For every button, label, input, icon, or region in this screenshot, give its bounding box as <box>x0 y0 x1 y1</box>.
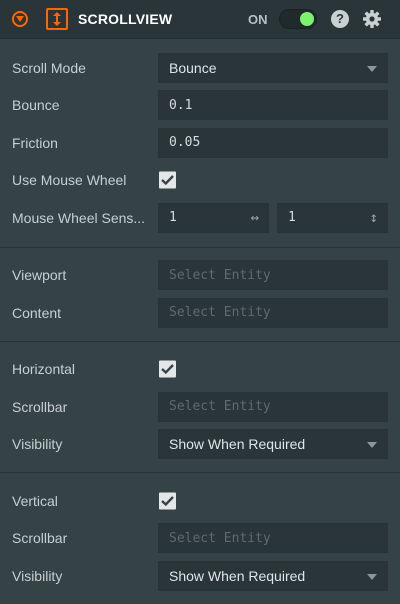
vertical-label: Vertical <box>12 492 58 509</box>
horizontal-visibility-label: Visibility <box>12 436 63 453</box>
mouse-wheel-sensitivity-x-input[interactable]: 1 ↔ <box>158 202 269 233</box>
gear-icon[interactable] <box>362 9 382 29</box>
checkmark-icon <box>161 364 174 375</box>
scroll-mode-select[interactable]: Bounce <box>158 52 388 83</box>
mouse-wheel-sensitivity-label: Mouse Wheel Sens... <box>12 209 146 226</box>
use-mouse-wheel-label: Use Mouse Wheel <box>12 172 127 189</box>
scroll-mode-row: Scroll Mode Bounce <box>0 49 400 87</box>
bounce-value: 0.1 <box>169 97 193 113</box>
entities-section: Viewport Select Entity Content Select En… <box>0 248 400 342</box>
viewport-entity-picker[interactable]: Select Entity <box>158 260 388 291</box>
checkmark-icon <box>161 175 174 186</box>
panel-header: SCROLLVIEW ON ? <box>0 0 400 39</box>
vertical-scrollbar-entity-picker[interactable]: Select Entity <box>158 523 388 554</box>
scrollview-icon <box>46 8 68 30</box>
viewport-label: Viewport <box>12 267 67 284</box>
dropdown-caret-icon <box>367 442 377 449</box>
content-row: Content Select Entity <box>0 294 400 332</box>
enabled-toggle[interactable] <box>279 9 317 29</box>
horizontal-visibility-select[interactable]: Show When Required <box>158 429 388 460</box>
horizontal-checkbox[interactable] <box>159 360 176 378</box>
horizontal-row: Horizontal <box>0 351 400 389</box>
horizontal-scrollbar-row: Scrollbar Select Entity <box>0 388 400 426</box>
dropdown-caret-icon <box>367 65 377 72</box>
mouse-wheel-sensitivity-x-value: 1 <box>169 210 177 226</box>
content-placeholder: Select Entity <box>169 305 271 321</box>
friction-label: Friction <box>12 134 58 151</box>
vertical-scrollbar-label: Scrollbar <box>12 530 68 547</box>
vertical-arrow-icon: ↕ <box>369 209 378 226</box>
vertical-checkbox[interactable] <box>159 492 176 510</box>
viewport-placeholder: Select Entity <box>169 267 271 283</box>
horizontal-label: Horizontal <box>12 361 76 378</box>
vertical-visibility-select[interactable]: Show When Required <box>158 560 388 591</box>
scroll-mode-value: Bounce <box>169 59 217 76</box>
use-mouse-wheel-checkbox[interactable] <box>159 171 176 189</box>
vertical-visibility-label: Visibility <box>12 567 63 584</box>
content-label: Content <box>12 304 62 321</box>
horizontal-arrow-icon: ↔ <box>250 209 259 226</box>
mouse-wheel-sensitivity-y-input[interactable]: 1 ↕ <box>277 202 388 233</box>
mouse-wheel-sensitivity-y-value: 1 <box>288 210 296 226</box>
friction-input[interactable]: 0.05 <box>158 127 388 158</box>
horizontal-scrollbar-label: Scrollbar <box>12 398 68 415</box>
toggle-knob <box>300 12 314 26</box>
component-title: SCROLLVIEW <box>78 11 173 27</box>
viewport-row: Viewport Select Entity <box>0 257 400 295</box>
bounce-row: Bounce 0.1 <box>0 87 400 125</box>
bounce-label: Bounce <box>12 97 60 114</box>
horizontal-visibility-value: Show When Required <box>169 436 306 453</box>
vertical-scrollbar-placeholder: Select Entity <box>169 530 271 546</box>
friction-value: 0.05 <box>169 135 201 151</box>
bounce-input[interactable]: 0.1 <box>158 90 388 121</box>
dropdown-caret-icon <box>367 573 377 580</box>
horizontal-visibility-row: Visibility Show When Required <box>0 426 400 464</box>
vertical-scrollbar-row: Scrollbar Select Entity <box>0 520 400 558</box>
friction-row: Friction 0.05 <box>0 124 400 162</box>
use-mouse-wheel-row: Use Mouse Wheel <box>0 162 400 200</box>
vertical-visibility-value: Show When Required <box>169 567 306 584</box>
content-entity-picker[interactable]: Select Entity <box>158 297 388 328</box>
scroll-mode-label: Scroll Mode <box>12 59 86 76</box>
general-section: Scroll Mode Bounce Bounce 0.1 Friction 0… <box>0 39 400 248</box>
enabled-label: ON <box>248 12 268 27</box>
horizontal-scrollbar-entity-picker[interactable]: Select Entity <box>158 391 388 422</box>
vertical-row: Vertical <box>0 482 400 520</box>
help-icon[interactable]: ? <box>331 10 349 28</box>
checkmark-icon <box>161 495 174 506</box>
mouse-wheel-sensitivity-row: Mouse Wheel Sens... 1 ↔ 1 ↕ <box>0 199 400 237</box>
vertical-visibility-row: Visibility Show When Required <box>0 557 400 595</box>
horizontal-scrollbar-placeholder: Select Entity <box>169 399 271 415</box>
chevron-down-icon[interactable] <box>12 11 28 27</box>
horizontal-section: Horizontal Scrollbar Select Entity Visib… <box>0 342 400 473</box>
